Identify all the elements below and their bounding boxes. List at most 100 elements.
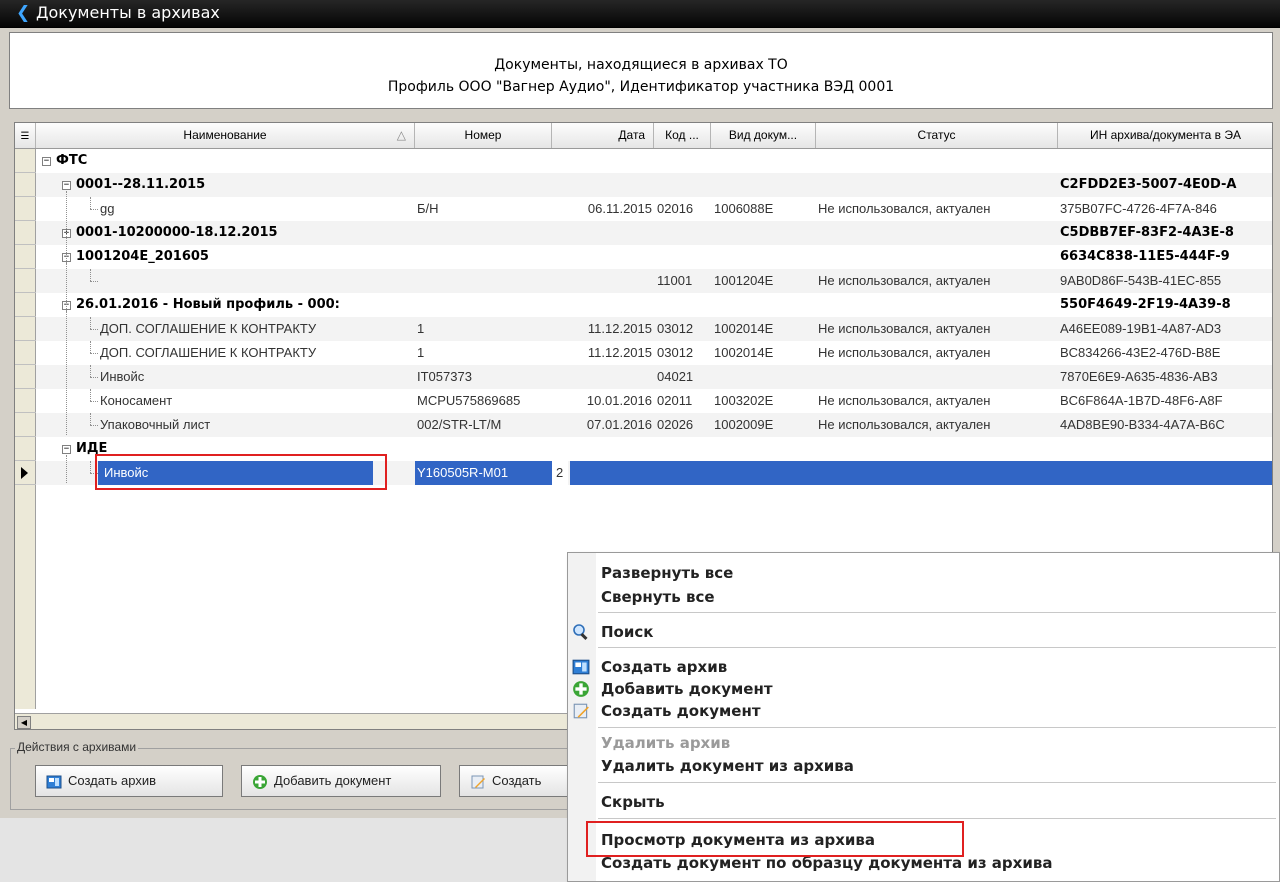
edit-icon — [573, 703, 589, 719]
collapse-icon[interactable]: − — [62, 445, 71, 454]
cell-number: MCPU575869685 — [417, 393, 521, 408]
column-header-date[interactable]: Дата — [552, 123, 654, 148]
menu-item-create-document[interactable]: Создать документ — [568, 699, 1279, 723]
cell-number: IT057373 — [417, 369, 472, 384]
column-header-number[interactable]: Номер — [415, 123, 552, 148]
context-menu: Развернуть все Свернуть все Поиск Создат… — [567, 552, 1280, 882]
cell-status — [816, 221, 1058, 245]
row-indicator[interactable] — [15, 413, 36, 437]
cell-status: Не использовался, актуален — [818, 273, 991, 288]
table-row[interactable]: ДОП. СОГЛАШЕНИЕ К КОНТРАКТУ 1 11.12.2015 03… — [36, 317, 1272, 341]
collapse-icon[interactable]: − — [42, 157, 51, 166]
cell-kind — [711, 173, 816, 197]
cell-id: BC6F864A-1B7D-48F6-A8F — [1060, 393, 1223, 408]
cell-number — [415, 173, 552, 197]
tree-connector — [90, 365, 91, 377]
cell-status — [816, 293, 1058, 317]
cell-id: 375B07FC-4726-4F7A-846 — [1060, 201, 1217, 216]
cell-kind — [711, 149, 816, 173]
add-document-button[interactable]: Добавить документ — [241, 765, 441, 797]
cell-code — [654, 245, 711, 269]
table-row[interactable]: −26.01.2016 - Новый профиль - 000: 550F46… — [36, 293, 1272, 317]
cell-name: gg — [100, 201, 115, 216]
scroll-left-arrow-icon[interactable]: ◀ — [17, 716, 31, 729]
column-header-code[interactable]: Код ... — [654, 123, 711, 148]
cell-kind — [711, 365, 816, 389]
create-document-button[interactable]: Создать — [459, 765, 569, 797]
row-indicator[interactable] — [15, 173, 36, 197]
cell-number: 1 — [417, 321, 425, 336]
table-row[interactable]: gg Б/Н 06.11.2015 02016 1006088E Не использов… — [36, 197, 1272, 221]
archive-actions-label: Действия с архивами — [15, 740, 139, 754]
cell-name: ДОП. СОГЛАШЕНИЕ К КОНТРАКТУ — [100, 345, 317, 360]
header-profile: Профиль ООО "Вагнер Аудио", Идентификато… — [387, 79, 895, 95]
cell-code: 03012 — [657, 321, 694, 336]
column-chooser-button[interactable]: ☰ — [15, 123, 36, 148]
table-row[interactable]: − ФТС — [36, 149, 1272, 173]
table-row[interactable]: +0001-10200000-18.12.2015 C5DBB7EF-83F2-4… — [36, 221, 1272, 245]
app-logo-icon: ❮ — [16, 3, 31, 22]
column-header-name[interactable]: Наименование △ — [36, 123, 415, 148]
tree-connector — [90, 317, 91, 329]
menu-item-hide[interactable]: Скрыть — [568, 790, 1279, 814]
cell-id: 7870E6E9-A635-4836-AB3 — [1060, 369, 1218, 384]
row-indicator-column — [15, 149, 36, 709]
cell-number — [415, 149, 552, 173]
cell-id: 6634C838-11E5-444F-9 — [1060, 249, 1230, 264]
cell-date: 06.11.2015 — [587, 201, 652, 216]
cell-id: 4AD8BE90-B334-4A7A-B6C — [1060, 417, 1225, 432]
table-row[interactable]: −1001204E_201605 6634C838-11E5-444F-9 — [36, 245, 1272, 269]
cell-status — [816, 461, 1058, 485]
cell-name: ДОП. СОГЛАШЕНИЕ К КОНТРАКТУ — [100, 321, 317, 336]
column-header-kind[interactable]: Вид докум... — [711, 123, 816, 148]
menu-item-expand-all[interactable]: Развернуть все — [568, 561, 1279, 585]
cell-date — [552, 437, 654, 461]
row-indicator[interactable] — [15, 341, 36, 365]
create-archive-button[interactable]: Создать архив — [35, 765, 223, 797]
cell-number: Y160505R-M01 — [415, 461, 552, 485]
cell-name: Инвойс — [100, 369, 145, 384]
search-icon — [573, 624, 588, 641]
table-row[interactable]: Инвойс IT057373 04021 7870E6E9-A635-4836-AB… — [36, 365, 1272, 389]
tree-connector — [90, 329, 98, 330]
cell-id: A46EE089-19B1-4A87-AD3 — [1060, 321, 1222, 336]
row-indicator[interactable] — [15, 317, 36, 341]
row-indicator[interactable] — [15, 389, 36, 413]
menu-item-delete-document-from-archive[interactable]: Удалить документ из архива — [568, 754, 1279, 778]
cell-kind: 1002009E — [714, 417, 774, 432]
collapse-icon[interactable]: − — [62, 181, 71, 190]
column-header-status[interactable]: Статус — [816, 123, 1058, 148]
cell-date: 2 — [552, 461, 568, 485]
row-indicator[interactable] — [15, 269, 36, 293]
table-row[interactable]: −0001--28.11.2015 C2FDD2E3-5007-4E0D-A — [36, 173, 1272, 197]
menu-item-add-document[interactable]: Добавить документ — [568, 677, 1279, 701]
cell-code — [654, 437, 711, 461]
row-indicator[interactable] — [15, 197, 36, 221]
row-indicator[interactable] — [15, 461, 36, 485]
row-indicator[interactable] — [15, 437, 36, 461]
menu-item-label: Поиск — [601, 623, 654, 641]
column-header-archive-id[interactable]: ИН архива/документа в ЭА — [1058, 123, 1272, 148]
cell-code: 03012 — [657, 345, 694, 360]
row-indicator[interactable] — [15, 149, 36, 173]
table-row[interactable]: 11001 1001204E Не использовался, актуален 9… — [36, 269, 1272, 293]
tree-connector — [90, 209, 98, 210]
archive-icon — [46, 775, 62, 789]
row-indicator[interactable] — [15, 221, 36, 245]
row-indicator[interactable] — [15, 245, 36, 269]
menu-item-create-archive[interactable]: Создать архив — [568, 655, 1279, 679]
tree-guide — [66, 455, 67, 483]
cell-id: 550F4649-2F19-4A39-8 — [1060, 297, 1231, 312]
row-indicator[interactable] — [15, 293, 36, 317]
menu-item-collapse-all[interactable]: Свернуть все — [568, 585, 1279, 609]
menu-item-search[interactable]: Поиск — [568, 620, 1279, 644]
cell-date: 11.12.2015 — [587, 345, 652, 360]
table-row[interactable]: Упаковочный лист 002/STR-LT/M 07.01.2016 02… — [36, 413, 1272, 437]
cell-date: 11.12.2015 — [587, 321, 652, 336]
table-row[interactable]: ДОП. СОГЛАШЕНИЕ К КОНТРАКТУ 1 11.12.2015 03… — [36, 341, 1272, 365]
row-indicator[interactable] — [15, 365, 36, 389]
columns-icon: ☰ — [20, 131, 30, 142]
tree-guide — [66, 311, 67, 435]
tree-connector — [90, 425, 98, 426]
table-row[interactable]: Коносамент MCPU575869685 10.01.2016 02011 10… — [36, 389, 1272, 413]
